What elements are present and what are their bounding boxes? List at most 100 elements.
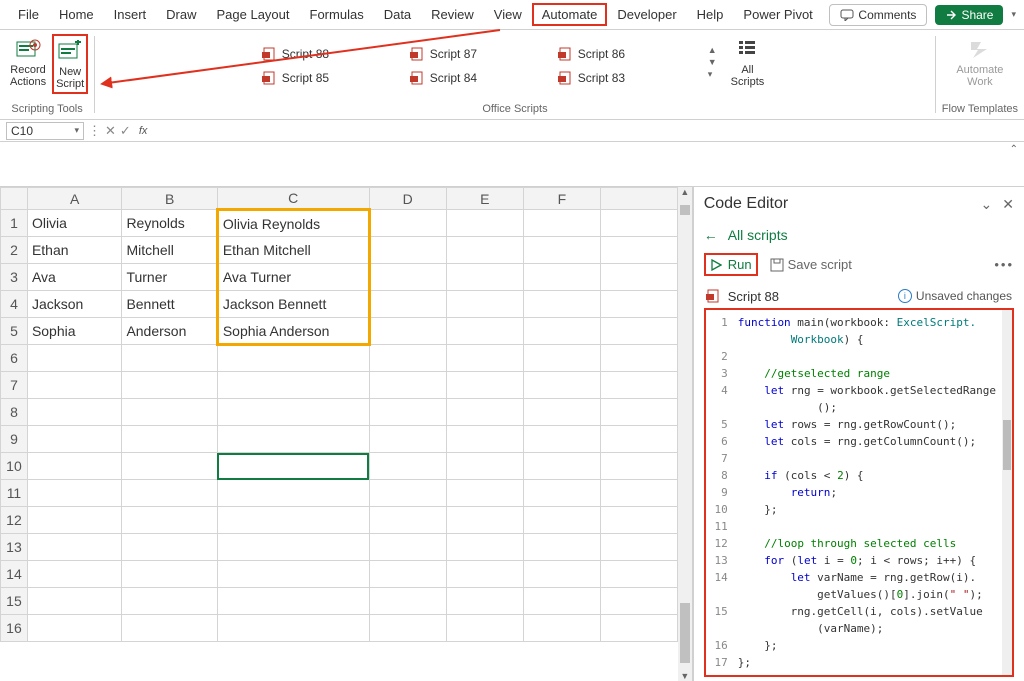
- row-header-16[interactable]: 16: [1, 615, 28, 642]
- cell-D11[interactable]: [369, 480, 446, 507]
- code-line[interactable]: function main(workbook: ExcelScript.: [738, 314, 996, 331]
- code-line[interactable]: rng.getCell(i, cols).setValue: [738, 603, 996, 620]
- share-chevron-icon[interactable]: ▾: [1011, 9, 1016, 20]
- cell-B11[interactable]: [122, 480, 217, 507]
- cell-B7[interactable]: [122, 372, 217, 399]
- select-all-cell[interactable]: [1, 188, 28, 210]
- code-line[interactable]: ();: [738, 399, 996, 416]
- cell-B8[interactable]: [122, 399, 217, 426]
- cell-D12[interactable]: [369, 507, 446, 534]
- editor-back-button[interactable]: ← All scripts: [704, 227, 1014, 243]
- cell-C3[interactable]: Ava Turner: [217, 264, 369, 291]
- cell-F8[interactable]: [523, 399, 600, 426]
- script-item[interactable]: Script 87: [410, 43, 550, 65]
- cell-A5[interactable]: Sophia: [27, 318, 122, 345]
- ribbon-tab-help[interactable]: Help: [687, 3, 734, 26]
- ribbon-tab-formulas[interactable]: Formulas: [300, 3, 374, 26]
- cell-A7[interactable]: [27, 372, 122, 399]
- ribbon-tab-automate[interactable]: Automate: [532, 3, 608, 26]
- cell-D10[interactable]: [369, 453, 446, 480]
- code-line[interactable]: for (let i = 0; i < rows; i++) {: [738, 552, 996, 569]
- vscroll-thumb-top[interactable]: [680, 205, 690, 215]
- cell-E5[interactable]: [446, 318, 523, 345]
- editor-collapse-icon[interactable]: ⌄: [981, 196, 993, 213]
- ribbon-tab-page-layout[interactable]: Page Layout: [207, 3, 300, 26]
- col-header-C[interactable]: C: [217, 188, 369, 210]
- row-header-4[interactable]: 4: [1, 291, 28, 318]
- run-button[interactable]: Run: [704, 253, 758, 276]
- scroll-up-icon[interactable]: ▲: [678, 187, 692, 197]
- editor-close-icon[interactable]: ✕: [1002, 196, 1014, 213]
- cell-D16[interactable]: [369, 615, 446, 642]
- cell-E16[interactable]: [446, 615, 523, 642]
- cell-B14[interactable]: [122, 561, 217, 588]
- col-header-F[interactable]: F: [523, 188, 600, 210]
- cell-D8[interactable]: [369, 399, 446, 426]
- code-line[interactable]: };: [738, 637, 996, 654]
- record-actions-button[interactable]: Record Actions: [6, 34, 50, 94]
- cell-E3[interactable]: [446, 264, 523, 291]
- cell-F7[interactable]: [523, 372, 600, 399]
- cell-F1[interactable]: [523, 210, 600, 237]
- cell-E12[interactable]: [446, 507, 523, 534]
- script-nav-menu-icon[interactable]: ▾: [708, 69, 717, 80]
- ribbon-tab-insert[interactable]: Insert: [104, 3, 157, 26]
- cell-B2[interactable]: Mitchell: [122, 237, 217, 264]
- cell-B13[interactable]: [122, 534, 217, 561]
- cell-C13[interactable]: [217, 534, 369, 561]
- cell-F3[interactable]: [523, 264, 600, 291]
- cell-B10[interactable]: [122, 453, 217, 480]
- cell-F10[interactable]: [523, 453, 600, 480]
- code-vscroll-thumb[interactable]: [1003, 420, 1011, 470]
- code-lines[interactable]: function main(workbook: ExcelScript. Wor…: [734, 310, 1002, 675]
- script-item[interactable]: Script 85: [262, 67, 402, 89]
- ribbon-tab-view[interactable]: View: [484, 3, 532, 26]
- cell-D14[interactable]: [369, 561, 446, 588]
- cell-E15[interactable]: [446, 588, 523, 615]
- cell-F6[interactable]: [523, 345, 600, 372]
- sheet-vscrollbar[interactable]: ▲ ▼: [678, 187, 692, 681]
- col-header-E[interactable]: E: [446, 188, 523, 210]
- cell-F15[interactable]: [523, 588, 600, 615]
- cell-C8[interactable]: [217, 399, 369, 426]
- code-line[interactable]: let cols = rng.getColumnCount();: [738, 433, 996, 450]
- code-line[interactable]: [738, 450, 996, 467]
- cell-F13[interactable]: [523, 534, 600, 561]
- cell-C16[interactable]: [217, 615, 369, 642]
- script-item[interactable]: Script 88: [262, 43, 402, 65]
- row-header-12[interactable]: 12: [1, 507, 28, 534]
- row-header-11[interactable]: 11: [1, 480, 28, 507]
- row-header-15[interactable]: 15: [1, 588, 28, 615]
- cell-A14[interactable]: [27, 561, 122, 588]
- cell-B3[interactable]: Turner: [122, 264, 217, 291]
- row-header-14[interactable]: 14: [1, 561, 28, 588]
- cell-A8[interactable]: [27, 399, 122, 426]
- cell-E11[interactable]: [446, 480, 523, 507]
- cell-B5[interactable]: Anderson: [122, 318, 217, 345]
- cell-A3[interactable]: Ava: [27, 264, 122, 291]
- editor-more-icon[interactable]: •••: [994, 257, 1014, 272]
- cell-A6[interactable]: [27, 345, 122, 372]
- formula-input[interactable]: [155, 123, 1018, 138]
- cell-A11[interactable]: [27, 480, 122, 507]
- cell-A4[interactable]: Jackson: [27, 291, 122, 318]
- cell-C6[interactable]: [217, 345, 369, 372]
- ribbon-tab-power-pivot[interactable]: Power Pivot: [733, 3, 822, 26]
- cell-F12[interactable]: [523, 507, 600, 534]
- cell-D4[interactable]: [369, 291, 446, 318]
- code-line[interactable]: getValues()[0].join(" ");: [738, 586, 996, 603]
- row-header-6[interactable]: 6: [1, 345, 28, 372]
- col-header-B[interactable]: B: [122, 188, 217, 210]
- cell-A12[interactable]: [27, 507, 122, 534]
- cell-F14[interactable]: [523, 561, 600, 588]
- cell-C14[interactable]: [217, 561, 369, 588]
- new-script-button[interactable]: New Script: [52, 34, 88, 94]
- fx-button[interactable]: fx: [135, 125, 152, 137]
- script-item[interactable]: Script 84: [410, 67, 550, 89]
- code-line[interactable]: };: [738, 654, 996, 671]
- cell-E10[interactable]: [446, 453, 523, 480]
- cell-E9[interactable]: [446, 426, 523, 453]
- share-button[interactable]: Share: [935, 5, 1003, 25]
- row-header-5[interactable]: 5: [1, 318, 28, 345]
- cell-F11[interactable]: [523, 480, 600, 507]
